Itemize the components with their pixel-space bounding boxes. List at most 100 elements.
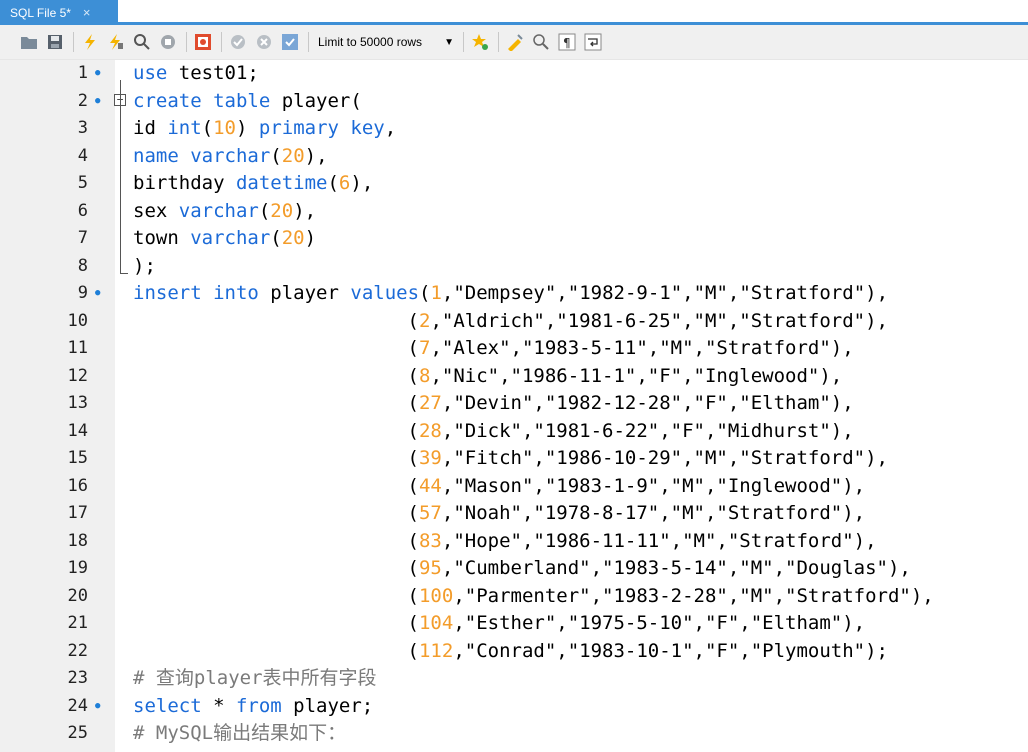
sql-text: ,"Devin","1982-12-28","F","Eltham"), bbox=[441, 392, 854, 414]
line-number: 12 bbox=[67, 365, 88, 386]
code-line[interactable]: 7 town varchar(20) bbox=[0, 225, 1028, 253]
code-line[interactable]: 11 (7,"Alex","1983-5-11","M","Stratford"… bbox=[0, 335, 1028, 363]
code-line[interactable]: 1 ● use test01; bbox=[0, 60, 1028, 88]
code-line[interactable]: 14 (28,"Dick","1981-6-22","F","Midhurst"… bbox=[0, 418, 1028, 446]
tab-sql-file[interactable]: SQL File 5* × bbox=[0, 0, 118, 25]
code-line[interactable]: 23 # 查询player表中所有字段 bbox=[0, 665, 1028, 693]
sql-text: ( bbox=[133, 309, 419, 332]
code-line[interactable]: 6 sex varchar(20), bbox=[0, 198, 1028, 226]
code-text: (2,"Aldrich","1981-6-25","M","Stratford"… bbox=[133, 308, 888, 336]
sql-text: player bbox=[258, 282, 351, 304]
code-text: use test01; bbox=[133, 60, 259, 88]
code-text: (44,"Mason","1983-1-9","M","Inglewood"), bbox=[133, 473, 866, 501]
sql-keyword: select bbox=[133, 694, 202, 717]
sql-text: , bbox=[384, 117, 397, 139]
sql-text: ( bbox=[419, 282, 431, 304]
sql-number: 10 bbox=[213, 117, 236, 139]
sql-comment: # 查询player表中所有字段 bbox=[133, 667, 377, 689]
sql-number: 104 bbox=[418, 612, 454, 634]
code-line[interactable]: 9 ● insert into player values(1,"Dempsey",… bbox=[0, 280, 1028, 308]
code-text: # MySQL输出结果如下： bbox=[133, 720, 346, 748]
sql-keyword: from bbox=[235, 694, 282, 717]
statement-marker-icon: ● bbox=[95, 68, 101, 78]
sql-text: ( bbox=[270, 144, 282, 167]
code-text: id int(10) primary key, bbox=[133, 115, 396, 143]
code-text: (112,"Conrad","1983-10-1","F","Plymouth"… bbox=[133, 638, 888, 666]
sql-text: ,"Dempsey","1982-9-1","M","Stratford"), bbox=[441, 282, 889, 304]
sql-keyword: create bbox=[133, 89, 202, 112]
sql-text: * bbox=[201, 694, 236, 717]
sql-keyword: values bbox=[350, 282, 420, 304]
code-text: (8,"Nic","1986-11-1","F","Inglewood"), bbox=[133, 363, 843, 391]
code-line[interactable]: 22 (112,"Conrad","1983-10-1","F","Plymou… bbox=[0, 638, 1028, 666]
beautify-icon[interactable] bbox=[504, 31, 526, 53]
code-text: # 查询player表中所有字段 bbox=[133, 665, 377, 693]
close-icon[interactable]: × bbox=[83, 5, 91, 20]
sql-text: ,"Dick","1981-6-22","F","Midhurst"), bbox=[441, 419, 854, 442]
line-number: 10 bbox=[67, 310, 88, 331]
code-line[interactable]: 12 (8,"Nic","1986-11-1","F","Inglewood")… bbox=[0, 363, 1028, 391]
code-line[interactable]: 17 (57,"Noah","1978-8-17","M","Stratford… bbox=[0, 500, 1028, 528]
sql-text: town bbox=[133, 227, 191, 249]
code-line[interactable]: 16 (44,"Mason","1983-1-9","M","Inglewood… bbox=[0, 473, 1028, 501]
sql-number: 28 bbox=[418, 419, 442, 442]
wrap-icon[interactable] bbox=[582, 31, 604, 53]
execute-icon[interactable] bbox=[79, 31, 101, 53]
line-number: 7 bbox=[77, 228, 88, 248]
sql-text: ( bbox=[133, 612, 419, 634]
sql-text: ,"Conrad","1983-10-1","F","Plymouth"); bbox=[453, 639, 888, 662]
code-text: sex varchar(20), bbox=[133, 198, 316, 226]
sql-keyword: into bbox=[213, 282, 259, 304]
explain-icon[interactable] bbox=[131, 31, 153, 53]
commit-icon[interactable] bbox=[227, 31, 249, 53]
code-line[interactable]: 21 (104,"Esther","1975-5-10","F","Eltham… bbox=[0, 610, 1028, 638]
code-line[interactable]: 5 birthday datetime(6), bbox=[0, 170, 1028, 198]
invisible-chars-icon[interactable]: ¶ bbox=[556, 31, 578, 53]
line-number: 15 bbox=[67, 448, 88, 468]
sql-text: ,"Hope","1986-11-11","M","Stratford"), bbox=[441, 529, 877, 552]
code-line[interactable]: 19 (95,"Cumberland","1983-5-14","M","Dou… bbox=[0, 555, 1028, 583]
code-text: ); bbox=[133, 253, 156, 281]
statement-marker-icon: ● bbox=[95, 288, 101, 298]
code-line[interactable]: 24 ● select * from player; bbox=[0, 693, 1028, 721]
autocommit-icon[interactable] bbox=[279, 31, 301, 53]
toolbar-separator bbox=[462, 32, 464, 52]
code-line[interactable]: 8); bbox=[0, 253, 1028, 281]
sql-text: ,"Nic","1986-11-1","F","Inglewood"), bbox=[430, 364, 843, 387]
limit-dropdown[interactable]: Limit to 50000 rows ▼ bbox=[318, 35, 454, 49]
add-snippet-icon[interactable] bbox=[469, 31, 491, 53]
code-text: (39,"Fitch","1986-10-29","M","Stratford"… bbox=[133, 445, 888, 473]
execute-selection-icon[interactable] bbox=[105, 31, 127, 53]
sql-text: ), bbox=[350, 172, 374, 194]
find-icon[interactable] bbox=[530, 31, 552, 53]
rollback-icon[interactable] bbox=[253, 31, 275, 53]
code-line[interactable]: 10 (2,"Aldrich","1981-6-25","M","Stratfo… bbox=[0, 308, 1028, 336]
stop-icon[interactable] bbox=[157, 31, 179, 53]
save-icon[interactable] bbox=[44, 31, 66, 53]
code-line[interactable]: 18 (83,"Hope","1986-11-11","M","Stratfor… bbox=[0, 528, 1028, 556]
sql-number: 57 bbox=[418, 502, 442, 524]
code-line[interactable]: 15 (39,"Fitch","1986-10-29","M","Stratfo… bbox=[0, 445, 1028, 473]
line-number: 3 bbox=[77, 118, 88, 138]
sql-text: player; bbox=[281, 694, 374, 717]
code-line[interactable]: 2●−create table player( bbox=[0, 88, 1028, 116]
sql-text: ,"Alex","1983-5-11","M","Stratford"), bbox=[430, 337, 854, 359]
code-line[interactable]: 20 (100,"Parmenter","1983-2-28","M","Str… bbox=[0, 583, 1028, 611]
toggle-error-icon[interactable] bbox=[192, 31, 214, 53]
code-line[interactable]: 4 name varchar(20), bbox=[0, 143, 1028, 171]
code-line[interactable]: 25 # MySQL输出结果如下： bbox=[0, 720, 1028, 748]
sql-keyword: int bbox=[167, 117, 202, 139]
sql-number: 1 bbox=[430, 282, 442, 304]
sql-text: ( bbox=[133, 364, 419, 387]
code-line[interactable]: 3 id int(10) primary key, bbox=[0, 115, 1028, 143]
sql-keyword: name bbox=[133, 144, 179, 167]
sql-number: 20 bbox=[281, 227, 305, 249]
open-folder-icon[interactable] bbox=[18, 31, 40, 53]
sql-text: ( bbox=[133, 557, 419, 579]
sql-editor[interactable]: 1 ● use test01;2●−create table player(3 id … bbox=[0, 60, 1028, 752]
line-number: 24 bbox=[67, 695, 88, 716]
sql-number: 83 bbox=[418, 529, 442, 552]
code-line[interactable]: 13 (27,"Devin","1982-12-28","F","Eltham"… bbox=[0, 390, 1028, 418]
